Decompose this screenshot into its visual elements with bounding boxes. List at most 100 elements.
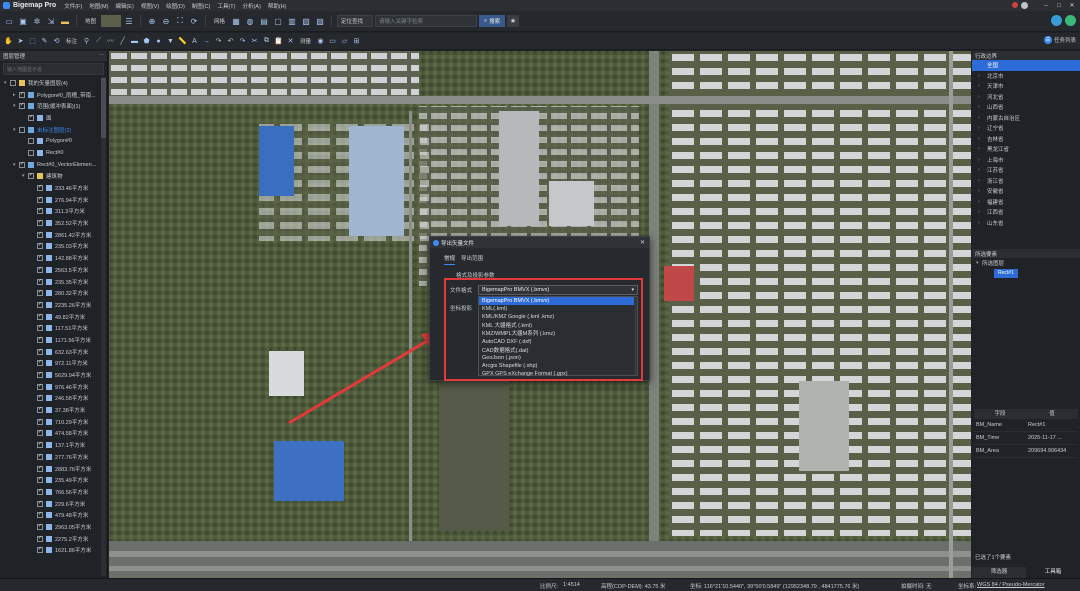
print-icon[interactable]: ▧ <box>300 15 312 27</box>
layer-checkbox[interactable] <box>37 301 43 308</box>
region-item[interactable]: › 福建省 <box>972 197 1080 208</box>
layer-row[interactable]: ▾ 我的矢量图层(4) <box>0 77 100 89</box>
layer-row[interactable]: 2963.05平方米 <box>0 521 100 533</box>
ruler-icon[interactable]: 📏 <box>177 36 188 47</box>
satellite-map[interactable]: 导出矢量文件 ✕ 常规 导出范围 格式及投影参数 文件格式 坐标投影 Bigem… <box>109 51 971 578</box>
tab-general[interactable]: 常规 <box>444 254 456 265</box>
layer-checkbox[interactable] <box>37 371 43 379</box>
undo-icon[interactable]: ↶ <box>225 36 236 47</box>
layer-row[interactable]: 352.52平方米 <box>0 217 100 229</box>
layer-row[interactable]: 710.29平方米 <box>0 416 100 428</box>
layer-row[interactable]: 2275.2平方米 <box>0 533 100 545</box>
layer-checkbox[interactable] <box>37 184 43 192</box>
layer-row[interactable]: 311.3平方米 <box>0 206 100 218</box>
close-icon[interactable]: ✕ <box>1066 1 1078 10</box>
layer-checkbox[interactable] <box>37 348 43 355</box>
layer-checkbox[interactable] <box>19 102 25 110</box>
attr-value[interactable]: 209694.906434 <box>1026 445 1078 457</box>
layer-row[interactable]: 2563.5平方米 <box>0 264 100 276</box>
plugin-icon[interactable] <box>1065 15 1076 26</box>
layer-row[interactable]: 面 <box>0 112 100 124</box>
region-item[interactable]: › 天津市 <box>972 81 1080 92</box>
layer-row[interactable]: 37.38平方米 <box>0 404 100 416</box>
zoom-out-icon[interactable]: ⊖ <box>160 15 172 27</box>
task-list-button[interactable]: ☰ 任务列表 <box>1043 36 1076 44</box>
menu-item[interactable]: 地图(M) <box>89 2 108 10</box>
region-item[interactable]: › 内蒙古自治区 <box>972 113 1080 124</box>
layer-row[interactable]: 2861.42平方米 <box>0 229 100 241</box>
paste-icon[interactable]: 📋 <box>273 36 284 47</box>
layer-checkbox[interactable] <box>37 441 43 449</box>
layer-row[interactable]: ▾ 未标注图层(2) <box>0 124 100 136</box>
layer-row[interactable]: 235.03平方米 <box>0 241 100 253</box>
layer-checkbox[interactable] <box>28 149 34 156</box>
layer-checkbox[interactable] <box>19 126 25 133</box>
layer-checkbox[interactable] <box>37 453 43 460</box>
layer-row[interactable]: 229.6平方米 <box>0 498 100 510</box>
layer-checkbox[interactable] <box>37 383 43 390</box>
tab-toolbox[interactable]: 工具箱 <box>1026 567 1080 578</box>
layer-checkbox[interactable] <box>10 79 16 86</box>
layer-row[interactable]: 235.49平方米 <box>0 474 100 486</box>
split-view-icon[interactable]: ▤ <box>258 15 270 27</box>
window-icon[interactable]: ▢ <box>272 15 284 27</box>
layer-checkbox[interactable] <box>37 313 43 320</box>
layer-checkbox[interactable] <box>37 535 43 542</box>
pan-hand-icon[interactable]: ✋ <box>3 36 14 47</box>
layer-scrollbar[interactable] <box>101 77 106 576</box>
select-arrow-icon[interactable]: ➤ <box>15 36 26 47</box>
layer-checkbox[interactable] <box>19 161 25 168</box>
region-item[interactable]: › 江西省 <box>972 207 1080 218</box>
layer-row[interactable]: 5629.94平方米 <box>0 369 100 381</box>
layer-row[interactable]: 1621.86平方米 <box>0 545 100 557</box>
region-item[interactable]: › 辽宁省 <box>972 123 1080 134</box>
layer-row[interactable]: 972.11平方米 <box>0 358 100 370</box>
layer-checkbox[interactable] <box>37 359 43 367</box>
search-button[interactable]: ⌕ 搜索 <box>479 15 506 27</box>
layer-checkbox[interactable] <box>37 254 43 262</box>
layer-row[interactable]: 632.63平方米 <box>0 346 100 358</box>
layer-row[interactable]: 2883.76平方米 <box>0 463 100 475</box>
attr-value[interactable]: Rect#1 <box>1026 419 1078 431</box>
notification-icon[interactable] <box>1012 2 1018 8</box>
layer-row[interactable]: 479.48平方米 <box>0 509 100 521</box>
region-item[interactable]: › 北京市 <box>972 71 1080 82</box>
layer-row[interactable]: 766.56平方米 <box>0 486 100 498</box>
map-preview-icon[interactable] <box>101 15 122 27</box>
menu-item[interactable]: 帮助(H) <box>268 2 287 10</box>
feature-item-row[interactable]: Rect#1 <box>972 268 1080 278</box>
region-item[interactable]: › 河北省 <box>972 92 1080 103</box>
layer-checkbox[interactable] <box>28 114 34 121</box>
refresh-icon[interactable]: ⟲ <box>51 36 62 47</box>
layer-row[interactable]: ▾建筑物 <box>0 171 100 183</box>
region-item[interactable]: › 山西省 <box>972 102 1080 113</box>
layer-checkbox[interactable] <box>37 523 43 530</box>
layer-checkbox[interactable] <box>37 219 43 227</box>
export-icon[interactable]: ⇲ <box>45 15 57 27</box>
layer-checkbox[interactable] <box>37 500 43 507</box>
layer-checkbox[interactable] <box>37 488 43 495</box>
layer-checkbox[interactable] <box>37 289 43 297</box>
layer-row[interactable]: 246.58平方米 <box>0 393 100 405</box>
layer-row[interactable]: 474.58平方米 <box>0 428 100 440</box>
layer-row[interactable]: ▸Polygon#0_雨槽_带南... <box>0 89 100 101</box>
globe-icon[interactable]: ◍ <box>244 15 256 27</box>
region-item[interactable]: › 上海市 <box>972 155 1080 166</box>
table-icon[interactable]: ▥ <box>286 15 298 27</box>
measure-point-icon[interactable]: ◉ <box>315 36 326 47</box>
layer-row[interactable]: Polygon#0 <box>0 135 100 147</box>
layer-search-input[interactable]: 输入地图显示名 <box>3 63 104 75</box>
layer-row[interactable]: 235.35平方米 <box>0 276 100 288</box>
select-box-icon[interactable]: ⬚ <box>27 36 38 47</box>
layers-icon[interactable]: ☰ <box>123 15 135 27</box>
avatar[interactable] <box>1021 2 1028 9</box>
layer-checkbox[interactable] <box>37 336 43 343</box>
layer-row[interactable]: 142.88平方米 <box>0 252 100 264</box>
region-item[interactable]: › 浙江省 <box>972 176 1080 187</box>
dialog-close-icon[interactable]: ✕ <box>640 239 645 246</box>
panel-menu-icon[interactable]: ⋯ <box>99 53 105 59</box>
menu-item[interactable]: 文件(F) <box>64 2 82 10</box>
attr-value[interactable]: 2025-11-17 ... <box>1026 432 1078 444</box>
rectangle-icon[interactable]: ▬ <box>129 36 140 47</box>
region-item[interactable]: › 吉林省 <box>972 134 1080 145</box>
